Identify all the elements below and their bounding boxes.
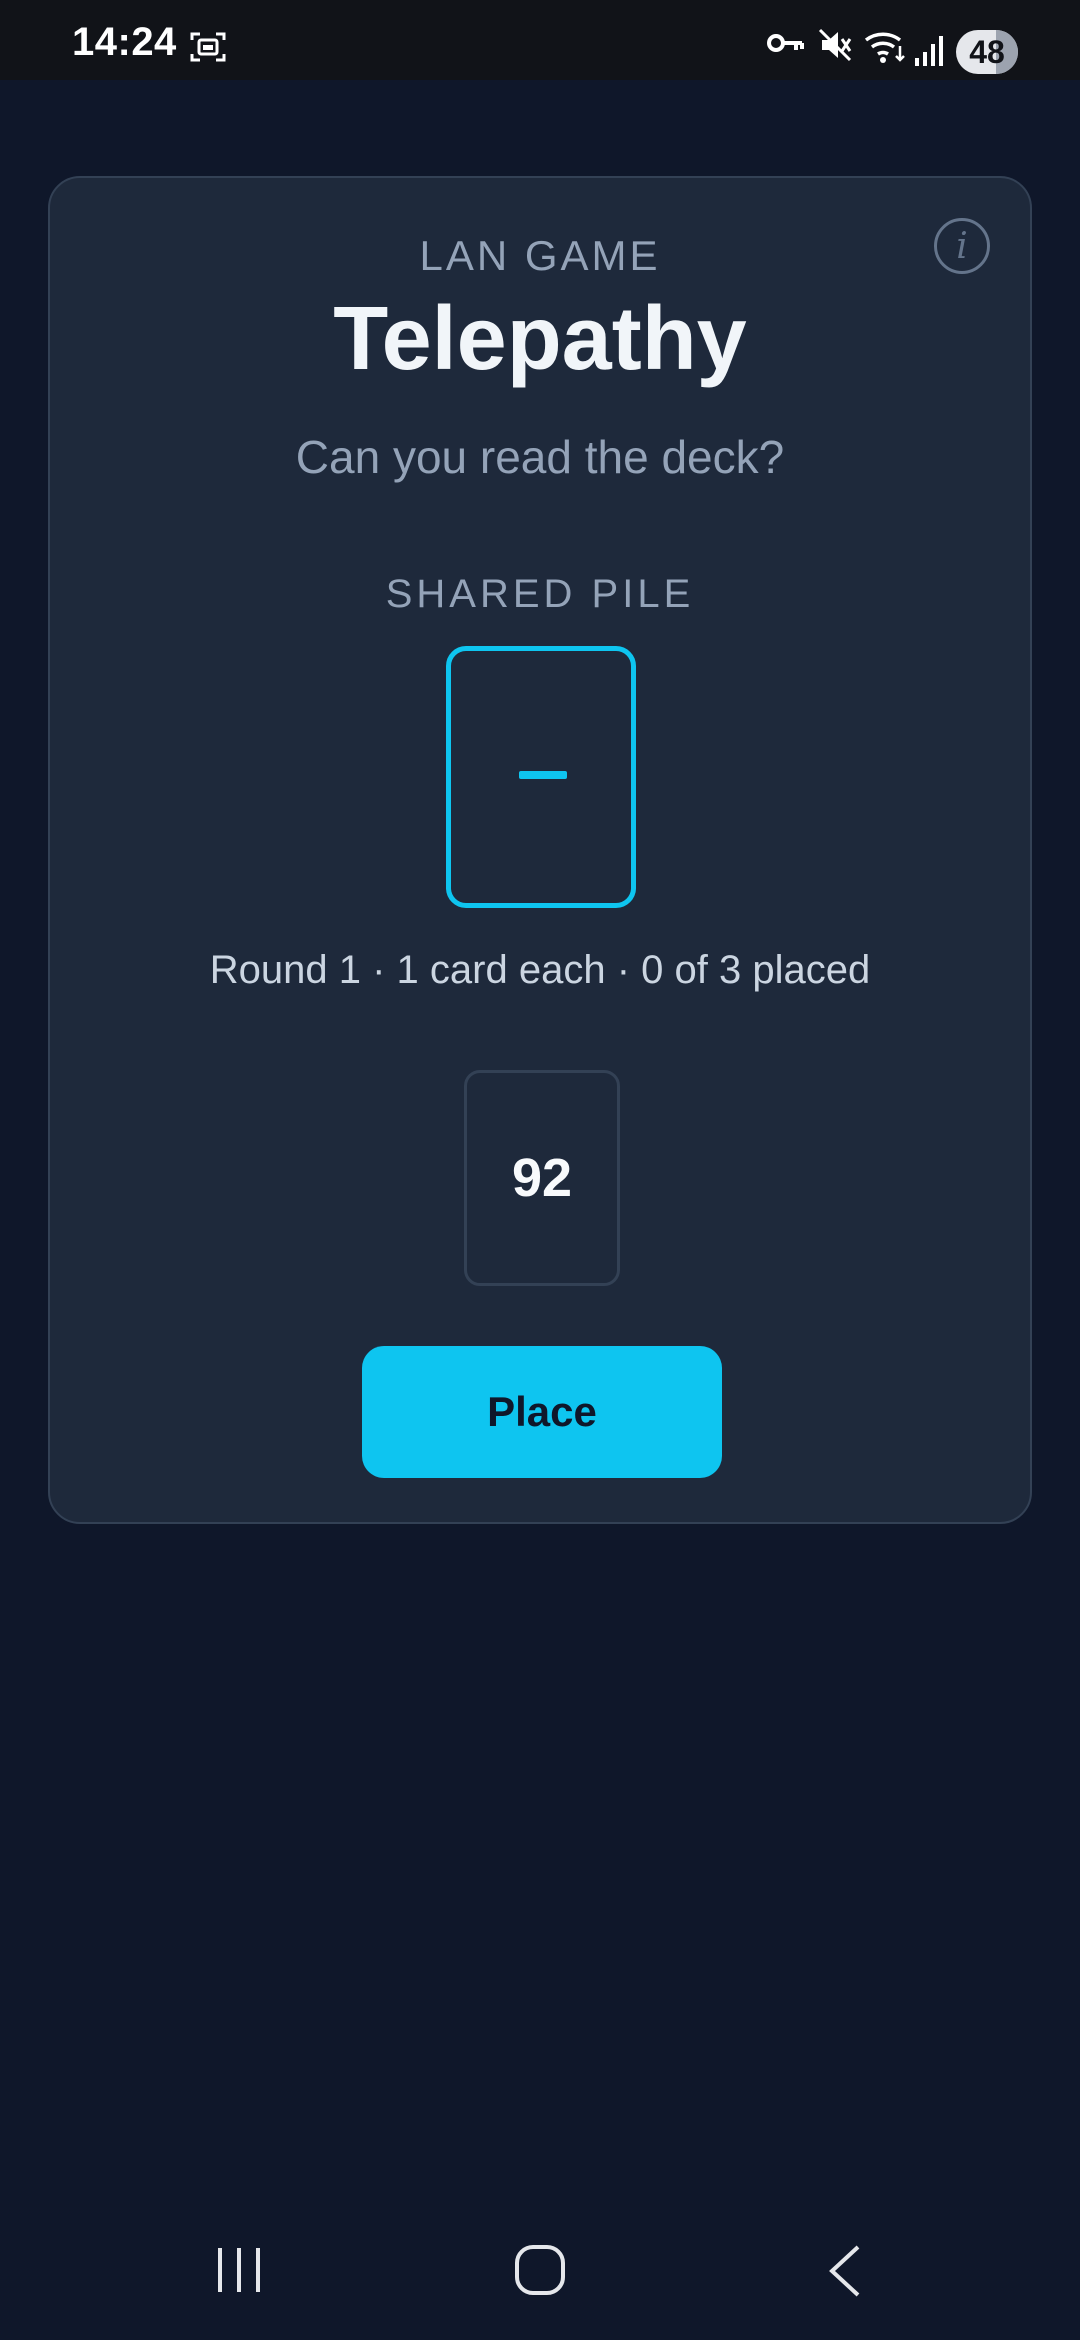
back-icon[interactable] <box>826 2244 862 2298</box>
home-icon[interactable] <box>514 2244 566 2296</box>
mute-icon <box>818 28 852 62</box>
round-status: Round 1 · 1 card each · 0 of 3 placed <box>209 948 871 992</box>
screenshot-icon <box>190 32 226 62</box>
place-button[interactable]: Place <box>362 1346 722 1478</box>
page-subtitle: Can you read the deck? <box>295 431 785 483</box>
battery-indicator: 48 <box>956 30 1018 74</box>
vpn-key-icon <box>767 34 804 52</box>
hand-card[interactable]: 92 <box>464 1070 620 1286</box>
status-time: 14:24 <box>72 20 177 64</box>
battery-level: 48 <box>969 34 1005 70</box>
game-kicker: LAN GAME <box>419 232 661 279</box>
wifi-icon <box>864 32 905 63</box>
status-bar: 14:24 48 <box>0 0 1080 80</box>
empty-pile-dash <box>519 771 567 779</box>
shared-pile-card <box>446 646 636 908</box>
shared-pile-label: SHARED PILE <box>385 572 695 616</box>
navigation-bar <box>0 2200 1080 2340</box>
signal-icon <box>915 36 943 66</box>
game-panel: i LAN GAME Telepathy Can you read the de… <box>48 176 1032 1524</box>
recents-icon[interactable] <box>214 2244 264 2294</box>
page-title: Telepathy <box>333 289 747 389</box>
